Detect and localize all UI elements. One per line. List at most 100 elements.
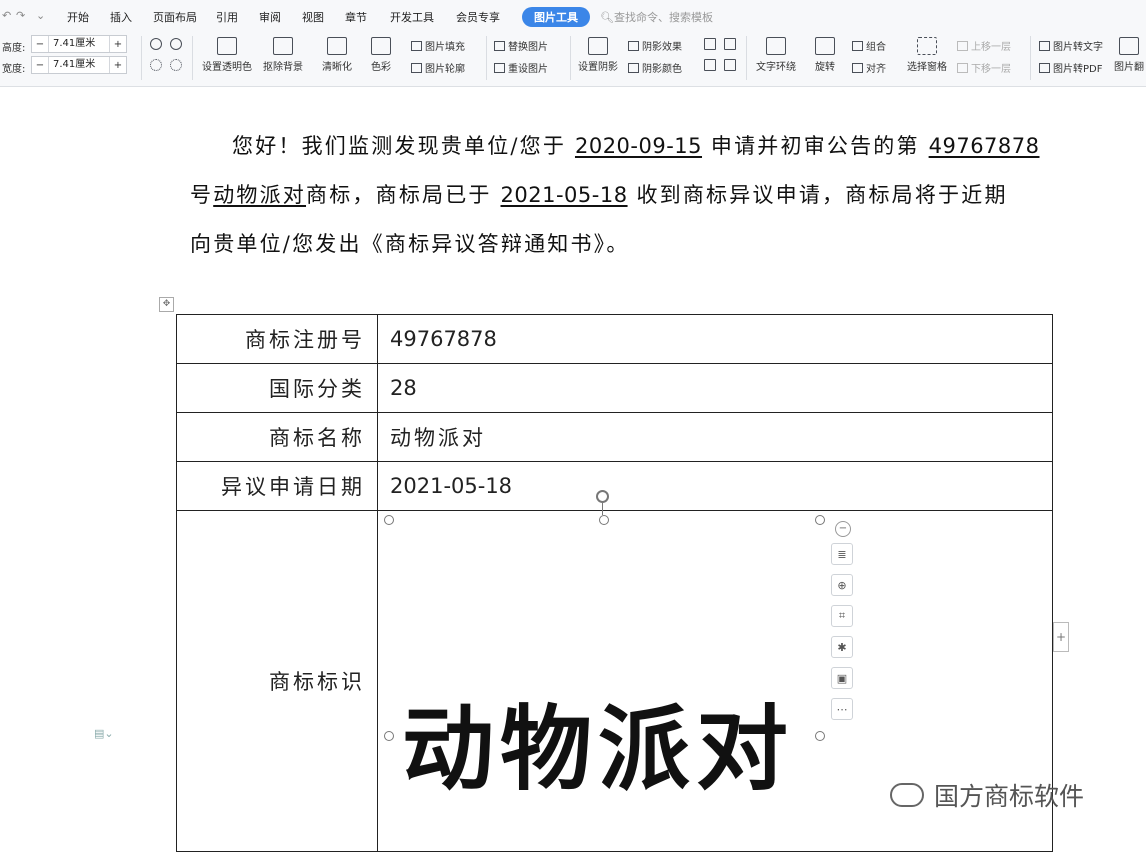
table-value: 动物派对: [377, 412, 1053, 462]
outline-icon: [411, 62, 422, 73]
minus-icon[interactable]: −: [32, 60, 48, 71]
color-icon: [371, 37, 391, 55]
shadow-color-button[interactable]: 阴影颜色: [628, 60, 682, 75]
zoom-in-icon[interactable]: ⊕: [831, 574, 853, 596]
tab-references[interactable]: 引用: [216, 9, 238, 25]
picture-tools-toolbar: 高度: − 7.41厘米 + 宽度: − 7.41厘米 + 设置透明色 抠除背景…: [0, 32, 1146, 87]
group-button[interactable]: 组合: [852, 38, 886, 53]
remove-background-button[interactable]: 抠除背景: [263, 37, 303, 73]
shadow-down-icon[interactable]: [724, 38, 736, 50]
resize-handle[interactable]: [815, 731, 825, 741]
align-button[interactable]: 对齐: [852, 60, 886, 75]
trademark-logo-image[interactable]: 动物派对: [402, 675, 794, 808]
selection-pane-icon: [917, 37, 937, 55]
picture-fill-button[interactable]: 图片填充: [411, 38, 465, 53]
picture-convert-icon[interactable]: ▣: [831, 667, 853, 689]
table-move-handle-icon[interactable]: ✥: [159, 297, 174, 312]
send-backward-button[interactable]: 下移一层: [957, 60, 1011, 75]
tab-home[interactable]: 开始: [67, 9, 89, 25]
redo-icon[interactable]: ↷: [16, 9, 25, 22]
search-icon: 🔍︎: [600, 11, 614, 24]
command-search[interactable]: 🔍︎查找命令、搜索模板: [600, 9, 713, 25]
table-value: 2021-05-18: [377, 461, 1053, 511]
bring-forward-button[interactable]: 上移一层: [957, 38, 1011, 53]
table-key: 异议申请日期: [176, 461, 378, 511]
align-icon: [852, 62, 863, 73]
rotate-left-icon[interactable]: [150, 38, 162, 50]
lightbulb-icon[interactable]: ✱: [831, 636, 853, 658]
rotate-handle-icon[interactable]: [596, 490, 609, 503]
width-label: 宽度:: [2, 64, 26, 75]
table-row: 商标名称 动物派对: [176, 412, 1053, 462]
tab-insert[interactable]: 插入: [110, 9, 132, 25]
shadow-left-icon[interactable]: [704, 59, 716, 71]
layout-options-icon[interactable]: ≣: [831, 543, 853, 565]
picture-to-pdf-button[interactable]: 图片转PDF: [1039, 60, 1102, 75]
picture-to-pdf-icon: [1039, 62, 1050, 73]
shadow-up-icon[interactable]: [704, 38, 716, 50]
tab-view[interactable]: 视图: [302, 9, 324, 25]
table-row: 国际分类 28: [176, 363, 1053, 413]
divider: [1030, 36, 1031, 80]
picture-translate-icon: [1119, 37, 1139, 55]
picture-to-text-button[interactable]: 图片转文字: [1039, 38, 1103, 53]
replace-picture-button[interactable]: 替换图片: [494, 38, 548, 53]
crop-icon[interactable]: ⌗: [831, 605, 853, 627]
undo-icon[interactable]: ↶: [2, 9, 11, 22]
tab-picture-tools[interactable]: 图片工具: [522, 7, 590, 27]
shadow-icon: [588, 37, 608, 55]
picture-to-text-icon: [1039, 40, 1050, 51]
plus-icon[interactable]: +: [110, 60, 126, 71]
registration-number: 49767878: [928, 134, 1040, 158]
wechat-icon: [890, 783, 924, 807]
trademark-name: 动物派对: [213, 183, 307, 207]
color-button[interactable]: 色彩: [371, 37, 391, 73]
set-shadow-button[interactable]: 设置阴影: [578, 37, 618, 73]
height-label: 高度:: [2, 43, 26, 54]
shadow-right-icon[interactable]: [724, 59, 736, 71]
tab-developer[interactable]: 开发工具: [390, 9, 434, 25]
document-icon[interactable]: ▤⌄: [94, 727, 114, 740]
add-column-icon[interactable]: +: [1053, 622, 1069, 652]
tab-member[interactable]: 会员专享: [456, 9, 500, 25]
table-key: 国际分类: [176, 363, 378, 413]
watermark: 国方商标软件: [890, 777, 1084, 813]
width-spinner[interactable]: − 7.41厘米 +: [31, 56, 127, 74]
resize-handle[interactable]: [384, 515, 394, 525]
set-transparent-button[interactable]: 设置透明色: [202, 37, 252, 73]
shadow-effect-button[interactable]: 阴影效果: [628, 38, 682, 53]
minus-icon[interactable]: −: [32, 39, 48, 50]
tab-review[interactable]: 审阅: [259, 9, 281, 25]
picture-outline-button[interactable]: 图片轮廓: [411, 60, 465, 75]
tab-chapter[interactable]: 章节: [345, 9, 367, 25]
paragraph-line-3: 向贵单位/您发出《商标异议答辩通知书》。: [190, 232, 630, 256]
rotate-right-icon[interactable]: [170, 38, 182, 50]
send-backward-icon: [957, 62, 968, 73]
brightness-up-icon[interactable]: [150, 59, 162, 71]
selection-pane-button[interactable]: 选择窗格: [907, 37, 947, 73]
table-row: 异议申请日期 2021-05-18: [176, 461, 1053, 511]
more-icon[interactable]: ⋯: [831, 698, 853, 720]
brightness-down-icon[interactable]: [170, 59, 182, 71]
table-key: 商标名称: [176, 412, 378, 462]
picture-translate-button[interactable]: 图片翻: [1114, 37, 1144, 73]
rotate-icon: [815, 37, 835, 55]
tab-page-layout[interactable]: 页面布局: [153, 9, 197, 25]
height-value[interactable]: 7.41厘米: [48, 36, 110, 52]
shadow-effect-icon: [628, 40, 639, 51]
height-spinner[interactable]: − 7.41厘米 +: [31, 35, 127, 53]
resize-handle[interactable]: [599, 515, 609, 525]
collapse-icon[interactable]: −: [835, 521, 851, 537]
reset-picture-button[interactable]: 重设图片: [494, 60, 548, 75]
plus-icon[interactable]: +: [110, 39, 126, 50]
replace-icon: [494, 40, 505, 51]
quick-access-dropdown-icon[interactable]: ⌄: [36, 9, 45, 22]
sharpen-button[interactable]: 清晰化: [322, 37, 352, 73]
rotate-button[interactable]: 旋转: [815, 37, 835, 73]
application-date: 2020-09-15: [574, 134, 703, 158]
width-value[interactable]: 7.41厘米: [48, 57, 110, 73]
resize-handle[interactable]: [384, 731, 394, 741]
document-page[interactable]: 您好！我们监测发现贵单位/您于 2020-09-15 申请并初审公告的第 497…: [0, 87, 1146, 852]
text-wrap-button[interactable]: 文字环绕: [756, 37, 796, 73]
resize-handle[interactable]: [815, 515, 825, 525]
